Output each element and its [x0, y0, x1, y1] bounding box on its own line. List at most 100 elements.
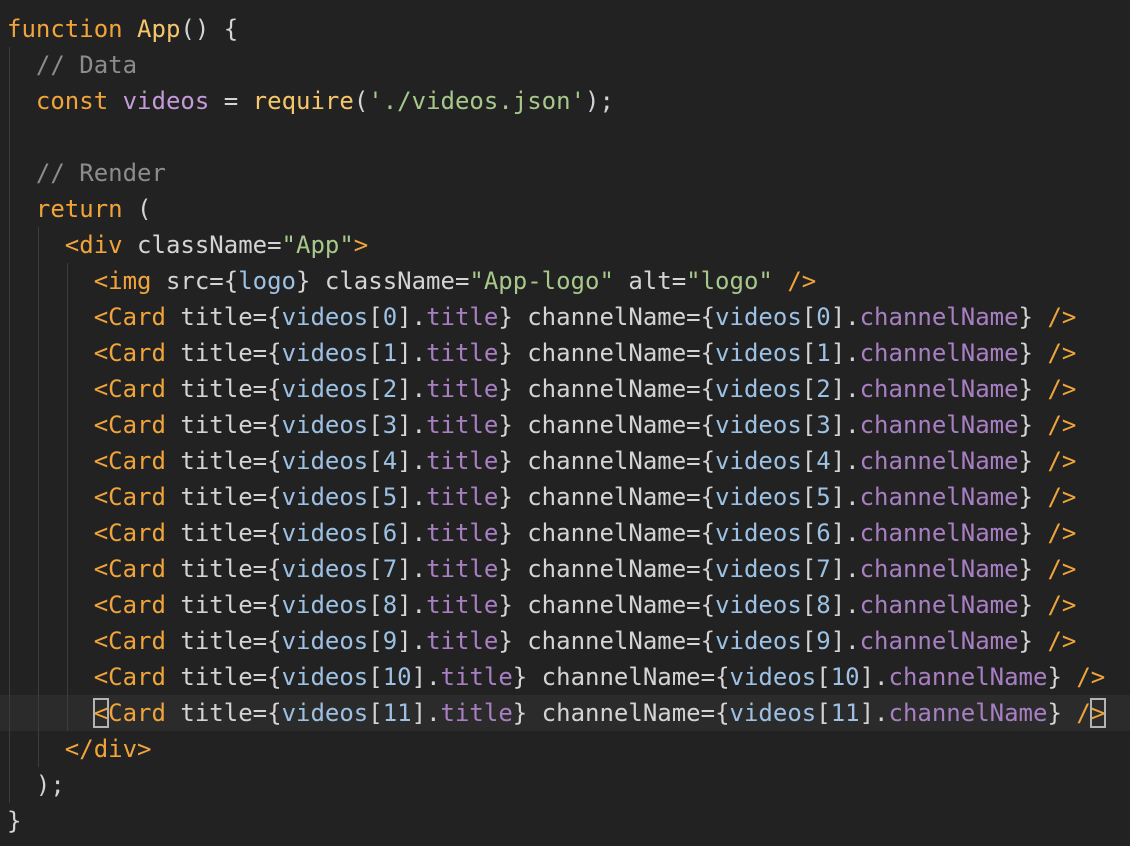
code-token: logo: [238, 267, 296, 295]
code-line[interactable]: </div>: [0, 731, 1130, 767]
code-token: }: [1047, 663, 1062, 691]
code-token: channelName: [859, 555, 1019, 583]
code-text: <div className="App">: [7, 227, 368, 263]
code-token: ].: [411, 663, 441, 691]
code-token: />: [1047, 411, 1077, 439]
code-token: App: [137, 15, 181, 43]
code-token: channelName: [859, 483, 1019, 511]
code-token: ].: [859, 699, 889, 727]
code-token: ].: [397, 591, 427, 619]
code-line[interactable]: <Card title={videos[2].title} channelNam…: [0, 371, 1130, 407]
code-token: videos: [281, 375, 369, 403]
code-text: // Data: [7, 47, 137, 83]
code-line[interactable]: <Card title={videos[9].title} channelNam…: [0, 623, 1130, 659]
code-token: title: [426, 591, 499, 619]
code-line[interactable]: }: [0, 803, 1130, 839]
code-line[interactable]: // Render: [0, 155, 1130, 191]
code-editor[interactable]: function App() { // Data const videos = …: [0, 0, 1130, 846]
code-token: 7: [816, 555, 831, 583]
code-line[interactable]: [0, 119, 1130, 155]
code-token: }: [498, 375, 513, 403]
code-token: {: [267, 663, 282, 691]
code-token: 7: [382, 555, 398, 583]
code-token: }: [1018, 447, 1033, 475]
code-token: channelName=: [527, 699, 716, 727]
code-token: title: [426, 519, 499, 547]
code-token: title: [426, 447, 499, 475]
code-token: title=: [165, 519, 268, 547]
code-token: {: [267, 339, 282, 367]
code-token: ].: [830, 555, 860, 583]
code-token: videos: [715, 339, 802, 367]
code-token: 6: [382, 519, 398, 547]
code-token: [: [801, 483, 817, 511]
code-token: [: [368, 483, 383, 511]
code-token: }: [498, 591, 513, 619]
code-token: ].: [830, 519, 860, 547]
code-line[interactable]: <Card title={videos[11].title} channelNa…: [0, 695, 1130, 731]
code-token: [: [368, 663, 383, 691]
code-token: 10: [382, 663, 412, 691]
code-token: {: [267, 483, 282, 511]
code-line[interactable]: <Card title={videos[8].title} channelNam…: [0, 587, 1130, 623]
code-line[interactable]: <Card title={videos[7].title} channelNam…: [0, 551, 1130, 587]
code-token: title=: [165, 339, 268, 367]
code-token: videos: [281, 591, 369, 619]
code-token: title: [440, 699, 513, 727]
code-line[interactable]: <Card title={videos[0].title} channelNam…: [0, 299, 1130, 335]
code-line[interactable]: <Card title={videos[4].title} channelNam…: [0, 443, 1130, 479]
code-token: {: [700, 627, 716, 655]
code-line[interactable]: <Card title={videos[10].title} channelNa…: [0, 659, 1130, 695]
code-token: }: [1018, 555, 1033, 583]
code-token: title=: [165, 303, 268, 331]
bracket-match-highlight: >: [1089, 698, 1107, 728]
code-token: videos: [715, 447, 802, 475]
code-token: [: [368, 627, 383, 655]
code-token: title=: [165, 375, 268, 403]
code-line[interactable]: <img src={logo} className="App-logo" alt…: [0, 263, 1130, 299]
code-text: <Card title={videos[3].title} channelNam…: [7, 407, 1077, 443]
code-token: channelName=: [512, 411, 701, 439]
code-text: <Card title={videos[0].title} channelNam…: [7, 299, 1077, 335]
code-line[interactable]: <Card title={videos[3].title} channelNam…: [0, 407, 1130, 443]
code-token: title: [426, 483, 499, 511]
code-line[interactable]: <Card title={videos[1].title} channelNam…: [0, 335, 1130, 371]
code-token: );: [585, 87, 614, 115]
code-token: videos: [281, 699, 369, 727]
code-line[interactable]: );: [0, 767, 1130, 803]
code-token: videos: [715, 627, 802, 655]
code-token: <Card: [93, 303, 166, 331]
code-line[interactable]: // Data: [0, 47, 1130, 83]
code-line[interactable]: return (: [0, 191, 1130, 227]
code-token: title: [426, 555, 499, 583]
code-token: {: [267, 447, 282, 475]
code-line[interactable]: <div className="App">: [0, 227, 1130, 263]
code-token: title: [426, 411, 499, 439]
code-token: channelName: [859, 447, 1019, 475]
code-token: className=: [310, 267, 470, 295]
code-token: channelName=: [512, 375, 701, 403]
code-line[interactable]: function App() {: [0, 11, 1130, 47]
code-line[interactable]: <Card title={videos[6].title} channelNam…: [0, 515, 1130, 551]
code-token: channelName: [859, 375, 1019, 403]
code-token: <Card: [93, 591, 166, 619]
code-token: channelName=: [512, 627, 701, 655]
code-token: {: [715, 699, 730, 727]
code-token: 1: [816, 339, 831, 367]
code-token: title=: [165, 591, 268, 619]
code-token: title=: [165, 663, 268, 691]
code-line[interactable]: const videos = require('./videos.json');: [0, 83, 1130, 119]
code-token: <Card: [93, 375, 166, 403]
code-text: <Card title={videos[6].title} channelNam…: [7, 515, 1077, 551]
code-token: [: [816, 699, 831, 727]
code-token: [: [368, 555, 383, 583]
code-line[interactable]: <Card title={videos[5].title} channelNam…: [0, 479, 1130, 515]
